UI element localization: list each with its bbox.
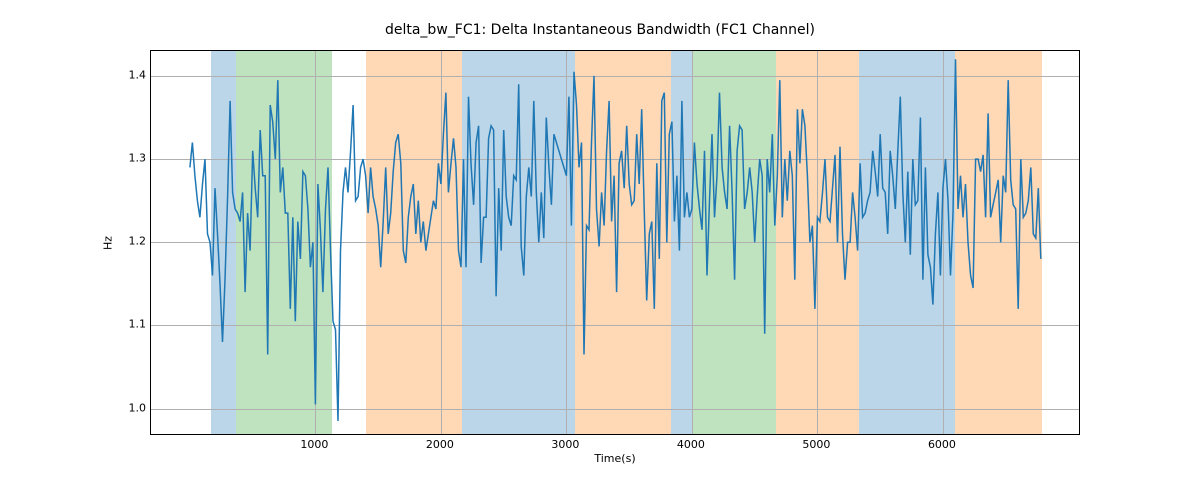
y-axis-label: Hz xyxy=(98,50,118,435)
y-tick-label: 1.3 xyxy=(118,152,146,165)
x-tick-label: 2000 xyxy=(426,438,454,451)
x-tick-label: 5000 xyxy=(802,438,830,451)
x-axis-label: Time(s) xyxy=(150,452,1080,465)
y-tick-label: 1.1 xyxy=(118,318,146,331)
y-tick-label: 1.4 xyxy=(118,68,146,81)
x-tick-label: 1000 xyxy=(300,438,328,451)
x-tick-label: 3000 xyxy=(551,438,579,451)
chart-title: delta_bw_FC1: Delta Instantaneous Bandwi… xyxy=(0,22,1200,38)
x-tick-label: 6000 xyxy=(928,438,956,451)
line-series xyxy=(151,51,1080,435)
y-tick-label: 1.0 xyxy=(118,401,146,414)
figure: delta_bw_FC1: Delta Instantaneous Bandwi… xyxy=(0,0,1200,500)
x-tick-label: 4000 xyxy=(677,438,705,451)
plot-area xyxy=(150,50,1080,435)
y-tick-label: 1.2 xyxy=(118,235,146,248)
